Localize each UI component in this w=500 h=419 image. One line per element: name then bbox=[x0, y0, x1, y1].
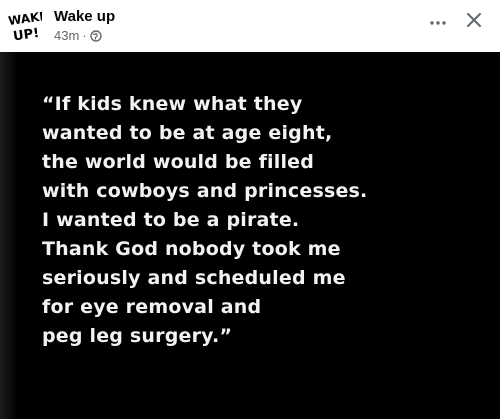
more-options-button[interactable] bbox=[426, 10, 450, 34]
image-edge-shade bbox=[0, 52, 18, 419]
quote-line: with cowboys and princesses. bbox=[42, 180, 368, 202]
quote-line: wanted to be at age eight, bbox=[42, 122, 333, 144]
post-image[interactable]: “If kids knew what they wanted to be at … bbox=[0, 52, 500, 419]
quote-line: for eye removal and bbox=[42, 296, 262, 318]
close-icon bbox=[466, 12, 482, 33]
more-dots-icon bbox=[429, 13, 447, 31]
quote-line: Thank God nobody took me bbox=[42, 238, 341, 260]
avatar[interactable]: WAKE UP! bbox=[6, 8, 42, 44]
logo-text-line-2: UP! bbox=[12, 26, 40, 44]
quote-line: seriously and scheduled me bbox=[42, 267, 346, 289]
post-timestamp[interactable]: 43m bbox=[54, 28, 79, 43]
meta-separator: · bbox=[82, 28, 87, 43]
globe-icon bbox=[89, 29, 102, 42]
quote-text: “If kids knew what they wanted to be at … bbox=[42, 90, 482, 351]
quote-line: the world would be filled bbox=[42, 151, 315, 173]
post-meta: 43m · bbox=[54, 28, 102, 43]
close-button[interactable] bbox=[462, 10, 486, 34]
wake-up-logo: WAKE UP! bbox=[7, 9, 42, 44]
page-name[interactable]: Wake up bbox=[54, 8, 115, 25]
quote-line: peg leg surgery.” bbox=[42, 325, 233, 347]
quote-line: I wanted to be a pirate. bbox=[42, 209, 300, 231]
post-header: WAKE UP! Wake up 43m · bbox=[0, 0, 500, 52]
quote-line: “If kids knew what they bbox=[42, 93, 303, 115]
